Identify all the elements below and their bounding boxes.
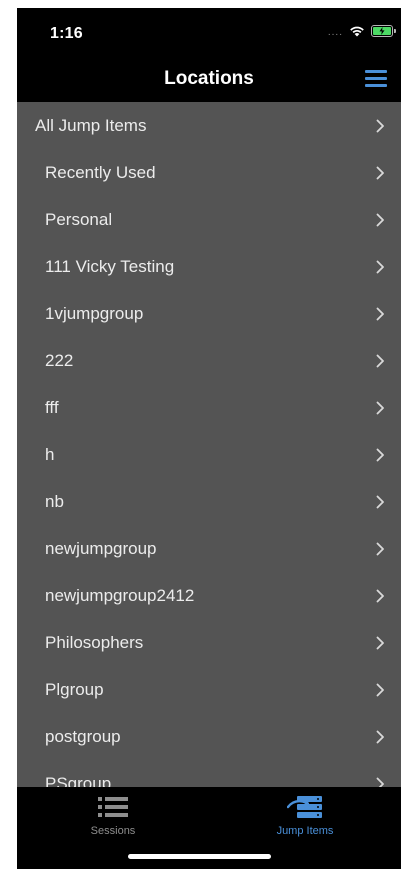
list-item[interactable]: nb <box>17 478 401 525</box>
navigation-bar: Locations <box>17 54 401 102</box>
menu-button[interactable] <box>365 70 387 88</box>
tab-label: Sessions <box>90 825 136 837</box>
chevron-right-icon <box>376 260 384 274</box>
list-item-label: newjumpgroup <box>45 538 157 558</box>
phone-screen: 1:16 .... Locations All Jump Items Recen… <box>17 8 401 869</box>
chevron-right-icon <box>376 542 384 556</box>
chevron-right-icon <box>376 730 384 744</box>
wifi-icon <box>350 26 364 37</box>
list-item-all-jump-items[interactable]: All Jump Items <box>17 102 401 149</box>
list-item-label: 222 <box>45 350 74 370</box>
list-item-label: PSgroup <box>45 773 112 788</box>
locations-list[interactable]: All Jump Items Recently Used Personal 11… <box>17 102 401 787</box>
list-item[interactable]: PSgroup <box>17 760 401 787</box>
battery-icon <box>371 25 396 37</box>
list-item[interactable]: Recently Used <box>17 149 401 196</box>
chevron-right-icon <box>376 448 384 462</box>
list-item[interactable]: h <box>17 431 401 478</box>
list-item[interactable]: Philosophers <box>17 619 401 666</box>
list-item-label: newjumpgroup2412 <box>45 585 195 605</box>
chevron-right-icon <box>376 166 384 180</box>
page-title: Locations <box>164 68 254 89</box>
status-time: 1:16 <box>50 25 83 42</box>
list-item[interactable]: Plgroup <box>17 666 401 713</box>
list-item-label: Recently Used <box>45 162 156 182</box>
list-item-label: Philosophers <box>45 632 144 652</box>
chevron-right-icon <box>376 213 384 227</box>
chevron-right-icon <box>376 307 384 321</box>
list-item-label: All Jump Items <box>35 115 147 135</box>
chevron-right-icon <box>376 354 384 368</box>
list-item-label: Personal <box>45 209 113 229</box>
chevron-right-icon <box>376 589 384 603</box>
server-jump-icon <box>287 796 322 818</box>
list-item-label: postgroup <box>45 726 121 746</box>
tab-label: Jump Items <box>276 825 334 837</box>
list-item[interactable]: 111 Vicky Testing <box>17 243 401 290</box>
list-item-label: nb <box>45 491 64 511</box>
chevron-right-icon <box>376 495 384 509</box>
list-item-label: Plgroup <box>45 679 104 699</box>
status-indicators: .... <box>327 24 396 38</box>
signal-icon: .... <box>327 27 343 38</box>
list-item-label: fff <box>45 397 59 417</box>
chevron-right-icon <box>376 777 384 787</box>
chevron-right-icon <box>376 401 384 415</box>
list-item[interactable]: 1vjumpgroup <box>17 290 401 337</box>
list-item[interactable]: newjumpgroup <box>17 525 401 572</box>
list-item-label: 111 Vicky Testing <box>45 256 175 276</box>
list-item[interactable]: fff <box>17 384 401 431</box>
chevron-right-icon <box>376 636 384 650</box>
list-item-label: 1vjumpgroup <box>45 303 144 323</box>
list-item[interactable]: newjumpgroup2412 <box>17 572 401 619</box>
chevron-right-icon <box>376 119 384 133</box>
chevron-right-icon <box>376 683 384 697</box>
list-item[interactable]: Personal <box>17 196 401 243</box>
menu-icon <box>365 70 387 73</box>
list-item-label: h <box>45 444 55 464</box>
status-bar: 1:16 .... <box>17 8 401 54</box>
list-item[interactable]: postgroup <box>17 713 401 760</box>
tab-jump-items[interactable]: Jump Items <box>209 787 401 847</box>
tab-sessions[interactable]: Sessions <box>17 787 209 847</box>
home-indicator[interactable] <box>128 854 271 859</box>
list-icon <box>98 797 128 817</box>
list-item[interactable]: 222 <box>17 337 401 384</box>
